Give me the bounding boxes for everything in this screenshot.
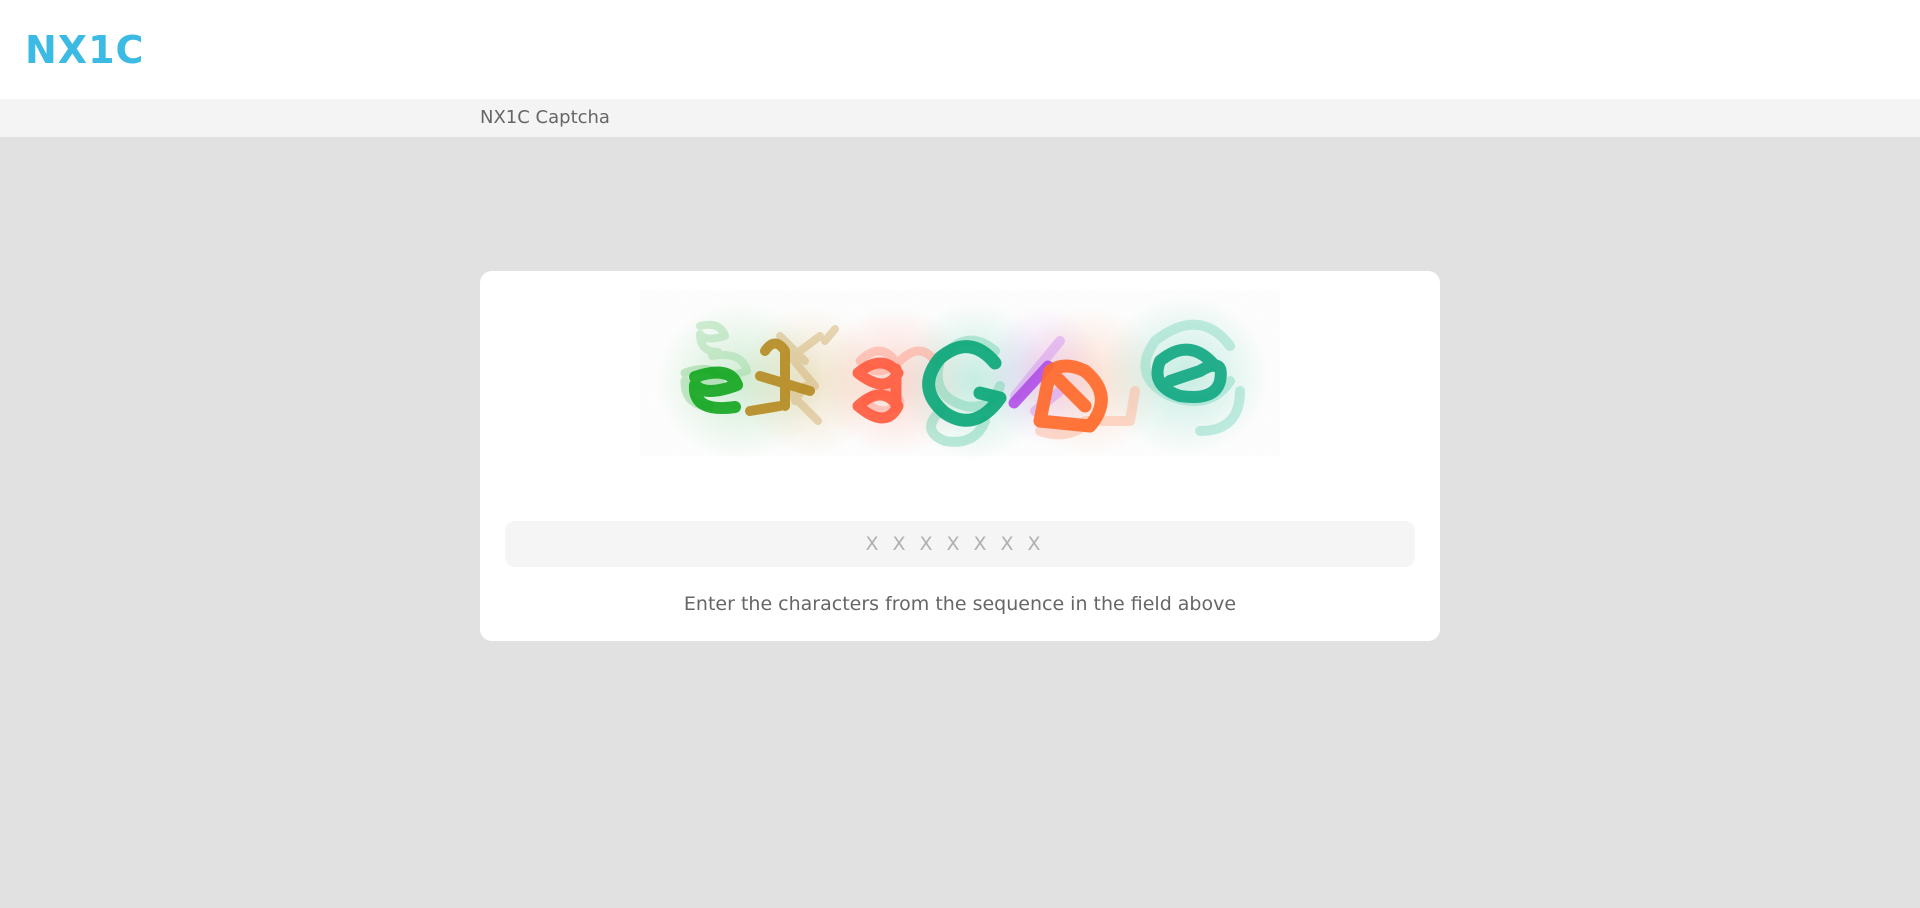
captcha-graphic bbox=[640, 291, 1280, 461]
captcha-image bbox=[640, 281, 1280, 461]
captcha-instructions: Enter the characters from the sequence i… bbox=[683, 593, 1237, 615]
captcha-card: Enter the characters from the sequence i… bbox=[480, 271, 1440, 641]
breadcrumb-bar: NX1C Captcha bbox=[0, 99, 1920, 137]
glyph-e bbox=[688, 366, 743, 414]
page-title: NX1C Captcha bbox=[480, 107, 610, 128]
header: NX1C bbox=[0, 0, 1920, 99]
logo[interactable]: NX1C bbox=[25, 26, 144, 74]
captcha-code-input[interactable] bbox=[505, 521, 1415, 567]
